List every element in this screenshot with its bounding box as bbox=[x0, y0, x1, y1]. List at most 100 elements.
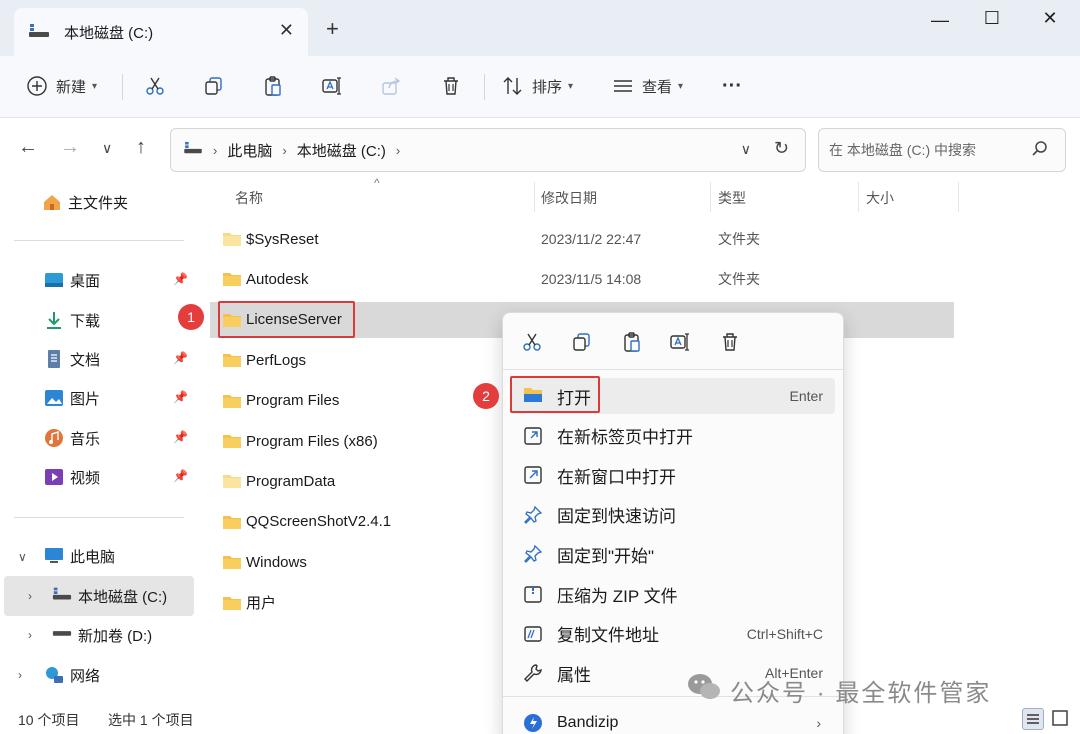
pin-icon[interactable]: 📌 bbox=[173, 272, 188, 286]
column-divider[interactable] bbox=[958, 182, 959, 212]
context-copy-icon[interactable] bbox=[571, 331, 593, 357]
wrench-icon bbox=[523, 663, 543, 687]
up-arrow-icon[interactable]: ↑ bbox=[136, 136, 146, 159]
view-button[interactable]: 查看 ▾ bbox=[612, 70, 683, 102]
context-item[interactable]: 在新标签页中打开 bbox=[511, 418, 835, 454]
drive-icon bbox=[52, 586, 72, 606]
recent-locations-chevron-icon[interactable]: ∨ bbox=[102, 140, 112, 157]
pin-icon[interactable]: 📌 bbox=[173, 430, 188, 444]
share-icon bbox=[382, 77, 401, 95]
paste-button[interactable] bbox=[262, 70, 284, 102]
cut-button[interactable] bbox=[144, 70, 166, 102]
rename-button[interactable] bbox=[321, 70, 343, 102]
file-row[interactable]: $SysReset 2023/11/2 22:47 文件夹 bbox=[210, 221, 954, 257]
pin-icon[interactable]: 📌 bbox=[173, 351, 188, 365]
sidebar-item-label: 主文件夹 bbox=[68, 194, 129, 212]
sidebar-item-label: 新加卷 (D:) bbox=[78, 627, 153, 645]
sidebar-item-home[interactable]: 主文件夹 bbox=[0, 182, 194, 222]
context-delete-icon[interactable] bbox=[719, 331, 741, 357]
context-item[interactable]: 复制文件地址 Ctrl+Shift+C bbox=[511, 616, 835, 652]
search-input[interactable]: 在 本地磁盘 (C:) 中搜索 bbox=[818, 128, 1066, 172]
pictures-icon bbox=[44, 388, 64, 408]
sidebar-item-label: 图片 bbox=[70, 390, 101, 408]
context-item[interactable]: 在新窗口中打开 bbox=[511, 457, 835, 493]
home-icon bbox=[42, 192, 62, 212]
chevron-right-icon[interactable]: › bbox=[28, 628, 32, 642]
file-row[interactable]: Autodesk 2023/11/5 14:08 文件夹 bbox=[210, 261, 954, 297]
sidebar-item-drive-d[interactable]: › 新加卷 (D:) bbox=[0, 615, 194, 655]
new-tab-button[interactable]: + bbox=[326, 16, 339, 42]
view-list-icon bbox=[614, 80, 632, 92]
context-item-label: 压缩为 ZIP 文件 bbox=[557, 586, 678, 606]
breadcrumb-local-disk[interactable]: 本地磁盘 (C:) bbox=[297, 140, 386, 161]
sidebar-item-videos[interactable]: 视频 📌 bbox=[0, 457, 194, 497]
sidebar-item-documents[interactable]: 文档 📌 bbox=[0, 339, 194, 379]
context-item-label: 在新窗口中打开 bbox=[557, 467, 676, 487]
pin-icon[interactable]: 📌 bbox=[173, 390, 188, 404]
desktop-icon bbox=[44, 270, 64, 290]
refresh-icon[interactable]: ↻ bbox=[774, 138, 789, 159]
more-options-button[interactable]: ··· bbox=[722, 70, 742, 102]
context-cut-icon[interactable] bbox=[521, 331, 543, 357]
chevron-down-icon[interactable]: ∨ bbox=[18, 550, 27, 564]
breadcrumb-chevron-icon[interactable]: › bbox=[213, 143, 217, 158]
title-bar: 本地磁盘 (C:) ✕ + — ☐ ✕ bbox=[0, 0, 1080, 56]
tiles-view-icon[interactable] bbox=[1050, 708, 1072, 730]
file-name: Program Files bbox=[246, 392, 340, 410]
column-header-name[interactable]: 名称 bbox=[235, 188, 263, 208]
context-item[interactable]: 固定到"开始" bbox=[511, 536, 835, 572]
close-window-button[interactable]: ✕ bbox=[1030, 8, 1070, 32]
address-dropdown-icon[interactable]: ∨ bbox=[741, 141, 751, 158]
sidebar-item-downloads[interactable]: 下载 bbox=[0, 300, 194, 340]
forward-arrow-icon[interactable]: → bbox=[60, 136, 80, 159]
column-header-size[interactable]: 大小 bbox=[866, 188, 894, 208]
context-rename-icon[interactable] bbox=[669, 331, 691, 357]
context-item-label: 固定到"开始" bbox=[557, 546, 655, 566]
context-item[interactable]: 固定到快速访问 bbox=[511, 497, 835, 533]
sidebar-item-this-pc[interactable]: ∨ 此电脑 bbox=[0, 536, 194, 576]
sidebar-item-pictures[interactable]: 图片 📌 bbox=[0, 378, 194, 418]
column-divider[interactable] bbox=[534, 182, 535, 212]
details-view-icon[interactable] bbox=[1022, 708, 1044, 730]
chevron-right-icon[interactable]: › bbox=[18, 668, 22, 682]
videos-icon bbox=[44, 467, 64, 487]
selected-count: 选中 1 个项目 bbox=[108, 712, 194, 728]
file-modified: 2023/11/5 14:08 bbox=[541, 271, 642, 288]
file-name: 用户 bbox=[246, 595, 277, 613]
column-divider[interactable] bbox=[858, 182, 859, 212]
breadcrumb-this-pc[interactable]: 此电脑 bbox=[227, 140, 272, 161]
sort-button[interactable]: 排序 ▾ bbox=[502, 70, 573, 102]
chevron-right-icon[interactable]: › bbox=[28, 589, 32, 603]
sidebar-item-network[interactable]: › 网络 bbox=[0, 655, 194, 695]
share-button[interactable] bbox=[380, 70, 402, 102]
toolbar-divider bbox=[122, 74, 123, 100]
delete-button[interactable] bbox=[440, 70, 462, 102]
tab-close-icon[interactable]: ✕ bbox=[279, 20, 294, 41]
file-name: Autodesk bbox=[246, 270, 309, 288]
sidebar-item-label: 桌面 bbox=[70, 272, 101, 290]
sidebar-item-drive-c[interactable]: › 本地磁盘 (C:) bbox=[4, 576, 194, 616]
folder-icon bbox=[222, 473, 242, 493]
breadcrumb-chevron-icon[interactable]: › bbox=[396, 143, 400, 158]
column-header-modified[interactable]: 修改日期 bbox=[541, 188, 597, 208]
sidebar-item-desktop[interactable]: 桌面 📌 bbox=[0, 260, 194, 300]
address-bar[interactable]: › 此电脑 › 本地磁盘 (C:) › ∨ ↻ bbox=[170, 128, 806, 172]
tab-local-disk-c[interactable]: 本地磁盘 (C:) ✕ bbox=[14, 8, 308, 56]
context-item-shortcut: Ctrl+Shift+C bbox=[746, 625, 823, 642]
sort-label: 排序 bbox=[532, 78, 563, 96]
rename-icon bbox=[322, 77, 341, 95]
column-header-type[interactable]: 类型 bbox=[718, 188, 746, 208]
minimize-button[interactable]: — bbox=[920, 10, 960, 34]
copy-button[interactable] bbox=[203, 70, 225, 102]
breadcrumb-chevron-icon[interactable]: › bbox=[282, 143, 286, 158]
context-paste-icon[interactable] bbox=[621, 331, 643, 357]
context-item-label: 复制文件地址 bbox=[557, 626, 659, 646]
back-arrow-icon[interactable]: ← bbox=[18, 136, 38, 159]
column-divider[interactable] bbox=[710, 182, 711, 212]
sidebar-item-music[interactable]: 音乐 📌 bbox=[0, 418, 194, 458]
context-item[interactable]: 压缩为 ZIP 文件 bbox=[511, 576, 835, 612]
pin-icon[interactable]: 📌 bbox=[173, 469, 188, 483]
highlight-box-licenseserver bbox=[218, 301, 355, 338]
new-button[interactable]: 新建 ▾ bbox=[26, 70, 97, 102]
maximize-button[interactable]: ☐ bbox=[972, 8, 1012, 32]
